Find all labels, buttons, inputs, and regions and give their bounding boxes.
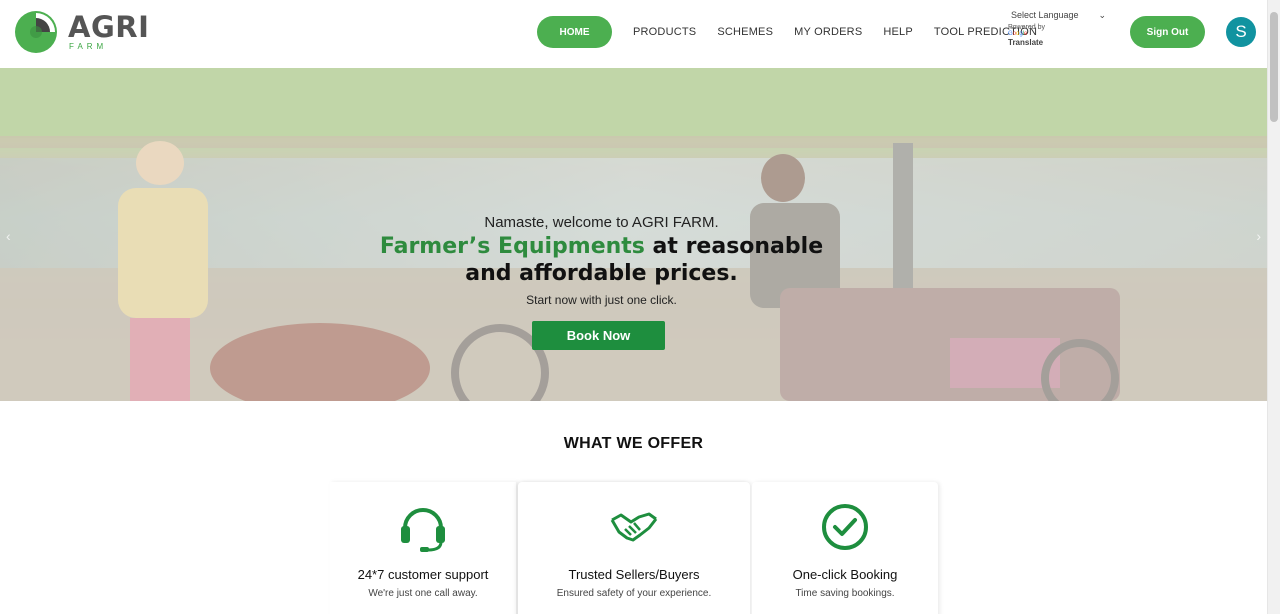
check-circle-icon bbox=[822, 504, 868, 550]
nav-my-orders[interactable]: MY ORDERS bbox=[794, 26, 862, 38]
chevron-down-icon: ⌄ bbox=[1098, 9, 1106, 20]
language-dropdown[interactable]: Select Language ⌄ bbox=[1008, 8, 1108, 22]
hero-subtext: Start now with just one click. bbox=[526, 293, 677, 307]
nav-schemes[interactable]: SCHEMES bbox=[717, 26, 773, 38]
hero-headline-highlight: Farmer’s Equipments bbox=[379, 234, 645, 259]
hero-welcome-text: Namaste, welcome to AGRI FARM. bbox=[484, 214, 719, 231]
hero-headline-part1: at reasonable bbox=[644, 234, 824, 259]
offer-card-title: Trusted Sellers/Buyers bbox=[568, 567, 700, 582]
hero-headline: Farmer’s Equipments at reasonable and af… bbox=[0, 233, 1203, 287]
scrollbar-thumb[interactable] bbox=[1270, 12, 1278, 122]
logo-name: AGRI bbox=[68, 10, 150, 44]
main-nav: HOME PRODUCTS SCHEMES MY ORDERS HELP TOO… bbox=[537, 16, 1037, 48]
offer-card-support: 24*7 customer support We're just one cal… bbox=[330, 482, 516, 614]
top-navbar: AGRI FARM HOME PRODUCTS SCHEMES MY ORDER… bbox=[0, 0, 1267, 68]
nav-home[interactable]: HOME bbox=[537, 16, 612, 48]
book-now-button[interactable]: Book Now bbox=[532, 321, 665, 350]
nav-help[interactable]: HELP bbox=[883, 26, 913, 38]
logo-icon bbox=[15, 11, 57, 53]
google-logo: Google bbox=[1008, 31, 1028, 37]
offer-card-booking: One-click Booking Time saving bookings. bbox=[752, 482, 938, 614]
offer-card-desc: Ensured safety of your experience. bbox=[556, 588, 712, 599]
offer-card-title: 24*7 customer support bbox=[357, 567, 489, 582]
offer-card-title: One-click Booking bbox=[792, 567, 898, 582]
nav-products[interactable]: PRODUCTS bbox=[633, 26, 696, 38]
offer-card-trusted: Trusted Sellers/Buyers Ensured safety of… bbox=[518, 482, 750, 614]
hero-headline-part2: and affordable prices. bbox=[465, 261, 738, 286]
powered-by-label: Powered by bbox=[1008, 24, 1045, 31]
page: AGRI FARM HOME PRODUCTS SCHEMES MY ORDER… bbox=[0, 0, 1280, 614]
offer-card-desc: Time saving bookings. bbox=[795, 588, 895, 599]
avatar[interactable]: S bbox=[1226, 17, 1256, 47]
headset-icon bbox=[401, 508, 445, 552]
language-selector: Select Language ⌄ Powered by Google Tran… bbox=[1008, 8, 1108, 48]
offer-card-desc: We're just one call away. bbox=[368, 588, 478, 599]
carousel-next-icon[interactable]: › bbox=[1256, 228, 1261, 244]
language-dropdown-label: Select Language bbox=[1011, 10, 1079, 20]
offer-section-title: WHAT WE OFFER bbox=[563, 435, 704, 452]
hero-banner: ‹ › Namaste, welcome to AGRI FARM. Farme… bbox=[0, 68, 1267, 401]
logo[interactable]: AGRI FARM bbox=[14, 10, 149, 54]
sign-out-button[interactable]: Sign Out bbox=[1130, 16, 1205, 48]
handshake-icon bbox=[610, 512, 658, 542]
page-scrollbar[interactable] bbox=[1267, 0, 1280, 614]
translate-link[interactable]: Translate bbox=[1008, 38, 1108, 47]
logo-tagline: FARM bbox=[69, 42, 108, 51]
